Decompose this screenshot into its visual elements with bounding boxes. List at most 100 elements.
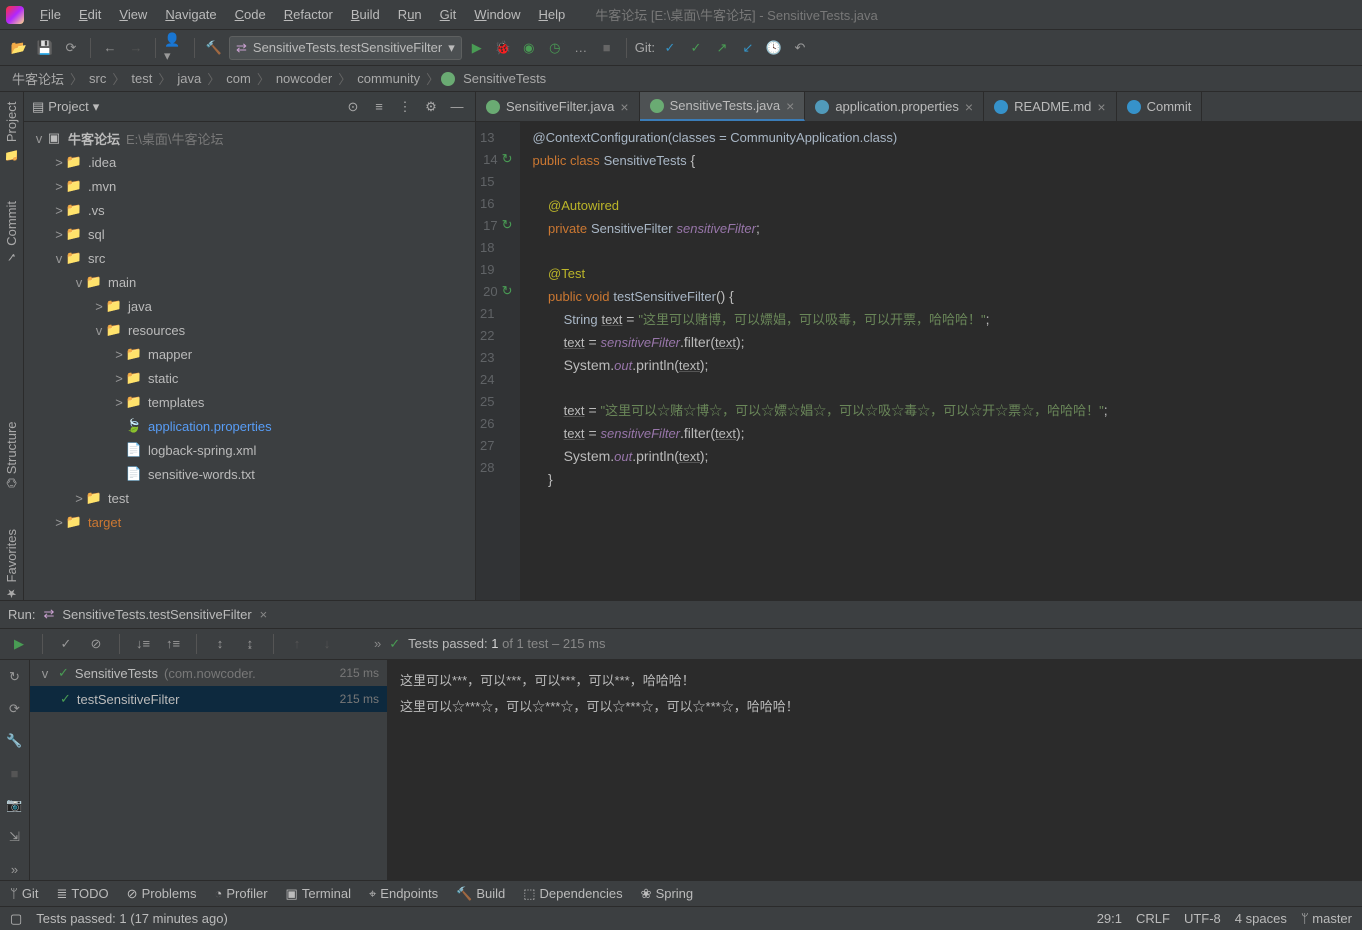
tool-profiler[interactable]: ◔ Profiler — [215, 886, 268, 901]
gutter-line[interactable]: 26 — [480, 412, 512, 434]
tree-row[interactable]: v📁resources — [24, 318, 475, 342]
gutter-line[interactable]: 18 — [480, 236, 512, 258]
sort-up-icon[interactable]: ↑≡ — [162, 633, 184, 655]
gutter-line[interactable]: 25 — [480, 390, 512, 412]
git-branch[interactable]: ᛘ master — [1301, 911, 1352, 926]
avatar-icon[interactable]: 👤▾ — [164, 37, 186, 59]
collapse-all-icon[interactable]: ⋮ — [395, 99, 415, 115]
gutter-line[interactable]: 22 — [480, 324, 512, 346]
tree-row[interactable]: >📁templates — [24, 390, 475, 414]
menu-refactor[interactable]: Refactor — [276, 5, 341, 24]
status-icon[interactable]: ▢ — [10, 911, 22, 927]
git-push-icon[interactable]: ↗ — [711, 37, 733, 59]
tool-problems[interactable]: ⊘ Problems — [127, 886, 197, 902]
close-icon[interactable]: × — [260, 607, 268, 622]
tree-row[interactable]: >📁sql — [24, 222, 475, 246]
crumb[interactable]: 牛客论坛 — [8, 69, 68, 88]
close-icon[interactable]: × — [1097, 99, 1105, 115]
gutter-line[interactable]: 20↻ — [480, 280, 512, 302]
menu-build[interactable]: Build — [343, 5, 388, 24]
stop2-icon[interactable]: ■ — [4, 762, 26, 784]
locate-icon[interactable]: ⊙ — [343, 99, 363, 115]
gutter-line[interactable]: 15 — [480, 170, 512, 192]
menu-navigate[interactable]: Navigate — [157, 5, 224, 24]
tree-row[interactable]: >📁.idea — [24, 150, 475, 174]
toggle-ignored-icon[interactable]: ⊘ — [85, 633, 107, 655]
indent-setting[interactable]: 4 spaces — [1235, 911, 1287, 926]
gutter-line[interactable]: 28 — [480, 456, 512, 478]
sync-icon[interactable]: ⟳ — [60, 37, 82, 59]
editor-tab[interactable]: application.properties× — [805, 92, 984, 121]
tree-row[interactable]: 📄sensitive-words.txt — [24, 462, 475, 486]
tool-spring[interactable]: ❀ Spring — [641, 886, 693, 902]
tool-git[interactable]: ᛘ Git — [10, 886, 38, 901]
menu-help[interactable]: Help — [531, 5, 574, 24]
run-gutter-icon[interactable]: ↻ — [502, 283, 513, 299]
back-icon[interactable]: ← — [99, 37, 121, 59]
tree-row[interactable]: >📁.mvn — [24, 174, 475, 198]
git-update-icon[interactable]: ✓ — [659, 37, 681, 59]
coverage-icon[interactable]: ◉ — [518, 37, 540, 59]
gutter-line[interactable]: 19 — [480, 258, 512, 280]
close-icon[interactable]: × — [620, 99, 628, 115]
crumb[interactable]: com — [222, 71, 255, 86]
next-icon[interactable]: ↓ — [316, 633, 338, 655]
tool-commit-tab[interactable]: ✓ Commit — [4, 201, 19, 264]
tool-favorites-tab[interactable]: ★ Favorites — [4, 529, 19, 600]
run-gutter-icon[interactable]: ↻ — [502, 151, 513, 167]
forward-icon[interactable]: → — [125, 37, 147, 59]
menu-run[interactable]: Run — [390, 5, 430, 24]
crumb[interactable]: test — [127, 71, 156, 86]
crumb[interactable]: src — [85, 71, 110, 86]
gutter-line[interactable]: 27 — [480, 434, 512, 456]
editor-tab[interactable]: SensitiveTests.java× — [640, 92, 806, 121]
settings-icon[interactable]: ⚙ — [421, 99, 441, 115]
gutter-line[interactable]: 14↻ — [480, 148, 512, 170]
debug-icon[interactable]: 🐞 — [492, 37, 514, 59]
git-commit-icon[interactable]: ✓ — [685, 37, 707, 59]
rerun-icon[interactable]: ▶ — [8, 633, 30, 655]
open-icon[interactable]: 📂 — [8, 37, 30, 59]
crumb[interactable]: nowcoder — [272, 71, 336, 86]
code-editor[interactable]: 1314↻151617↻181920↻2122232425262728 @Con… — [476, 122, 1362, 600]
tree-row[interactable]: v📁main — [24, 270, 475, 294]
editor-tab[interactable]: README.md× — [984, 92, 1116, 121]
tool-todo[interactable]: ≣ TODO — [56, 886, 108, 902]
gutter-line[interactable]: 13 — [480, 126, 512, 148]
sort-down-icon[interactable]: ↓≡ — [132, 633, 154, 655]
expand-all-icon[interactable]: ≡ — [369, 99, 389, 114]
tree-row[interactable]: >📁target — [24, 510, 475, 534]
gutter-line[interactable]: 16 — [480, 192, 512, 214]
camera-icon[interactable]: 📷 — [4, 794, 26, 816]
test-case-row[interactable]: ✓ testSensitiveFilter 215 ms — [30, 686, 387, 712]
menu-code[interactable]: Code — [227, 5, 274, 24]
tree-row[interactable]: >📁mapper — [24, 342, 475, 366]
toggle-auto-icon[interactable]: ⟳ — [4, 698, 26, 720]
test-tree[interactable]: v✓ SensitiveTests (com.nowcoder. 215 ms … — [30, 660, 388, 880]
line-separator[interactable]: CRLF — [1136, 911, 1170, 926]
crumb[interactable]: SensitiveTests — [459, 71, 550, 86]
file-encoding[interactable]: UTF-8 — [1184, 911, 1221, 926]
tree-row[interactable]: 📄logback-spring.xml — [24, 438, 475, 462]
run-gutter-icon[interactable]: ↻ — [502, 217, 513, 233]
editor-tab[interactable]: Commit — [1117, 92, 1203, 121]
menu-edit[interactable]: Edit — [71, 5, 109, 24]
editor-tab[interactable]: SensitiveFilter.java× — [476, 92, 640, 121]
caret-position[interactable]: 29:1 — [1097, 911, 1122, 926]
gutter-line[interactable]: 21 — [480, 302, 512, 324]
run-icon[interactable]: ▶ — [466, 37, 488, 59]
gutter-line[interactable]: 17↻ — [480, 214, 512, 236]
tree-row[interactable]: v📁src — [24, 246, 475, 270]
menu-view[interactable]: View — [111, 5, 155, 24]
crumb[interactable]: java — [173, 71, 205, 86]
git-fetch-icon[interactable]: ↙ — [737, 37, 759, 59]
rerun-failed-icon[interactable]: ↻ — [4, 666, 26, 688]
run-config-selector[interactable]: ⇄ SensitiveTests.testSensitiveFilter ▾ — [229, 36, 462, 60]
test-suite-row[interactable]: v✓ SensitiveTests (com.nowcoder. 215 ms — [30, 660, 387, 686]
close-icon[interactable]: × — [786, 98, 794, 114]
save-all-icon[interactable]: 💾 — [34, 37, 56, 59]
collapse-icon[interactable]: ↨ — [239, 633, 261, 655]
tree-row[interactable]: >📁.vs — [24, 198, 475, 222]
toggle-passed-icon[interactable]: ✓ — [55, 633, 77, 655]
profile-icon[interactable]: ◷ — [544, 37, 566, 59]
